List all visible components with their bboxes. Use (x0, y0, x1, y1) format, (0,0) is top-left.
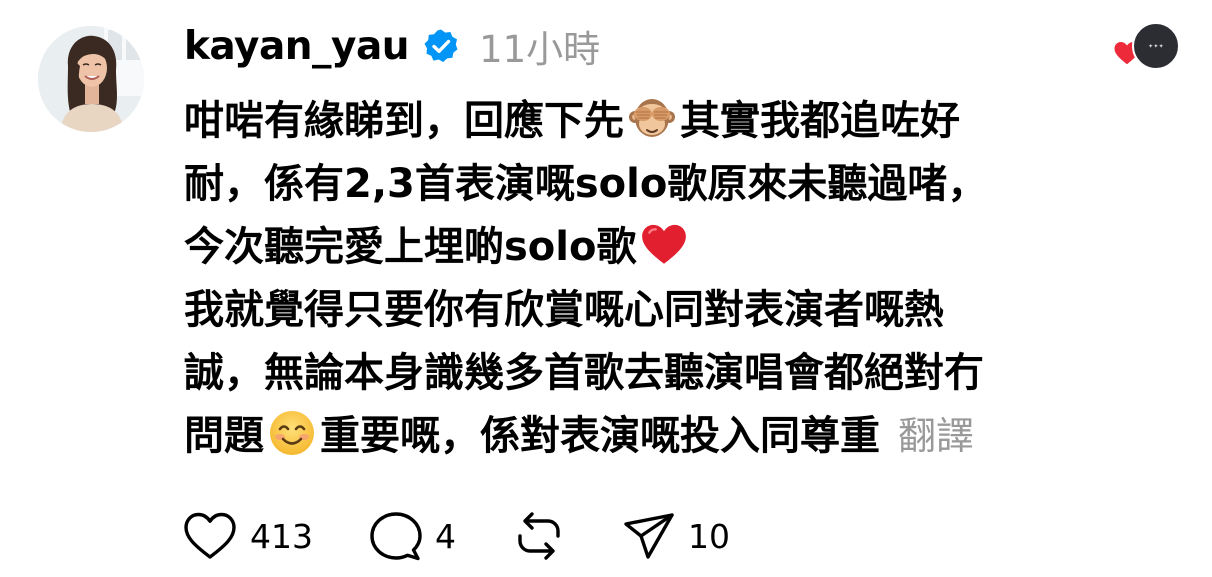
post-line: 誠，無論本身識幾多首歌去聽演唱會都絕對冇 (184, 342, 1084, 405)
post-text-segment: 誠，無論本身識幾多首歌去聽演唱會都絕對冇 (184, 350, 984, 396)
translate-link[interactable]: 翻譯 (898, 414, 974, 458)
smiling-face-emoji (267, 408, 317, 458)
post-header: kayan_yau 11小時 (184, 16, 600, 76)
brand-avatar: ✦✦✦ (1132, 22, 1180, 70)
post-text-segment: 重要嘅，係對表演嘅投入同尊重 (320, 413, 880, 459)
author-avatar[interactable] (38, 26, 144, 132)
share-button[interactable]: 10 (622, 510, 730, 562)
like-button[interactable]: 413 (182, 510, 313, 562)
post-text-segment: 問題 (184, 413, 264, 459)
post-text-segment: 今次聽完愛上埋啲solo歌 (184, 224, 637, 270)
repost-button[interactable] (512, 509, 566, 563)
repost-icon (518, 512, 560, 560)
like-count: 413 (250, 516, 313, 556)
post-timestamp: 11小時 (479, 28, 601, 71)
see-no-evil-monkey-emoji (627, 93, 677, 143)
brand-logo-mark: ✦✦✦ (1148, 42, 1164, 50)
post-text: 咁啱有緣睇到，回應下先 其實我都追咗好 耐，係有2,3首表演嘅solo歌原來未聽… (184, 90, 1084, 468)
comment-bubble-icon (370, 512, 422, 561)
post-text-segment: 我就覺得只要你有欣賞嘅心同對表演者嘅熱 (184, 287, 944, 333)
post-actions: 413 4 10 (182, 508, 786, 564)
comment-button[interactable]: 4 (369, 509, 456, 563)
liked-by-avatars[interactable]: ✦✦✦ (1110, 22, 1180, 74)
comment-count: 4 (435, 516, 456, 556)
post-line: 耐，係有2,3首表演嘅solo歌原來未聽過啫， (184, 153, 1084, 216)
username[interactable]: kayan_yau (184, 24, 410, 69)
heart-outline-icon (184, 512, 236, 559)
post-text-segment: 其實我都追咗好 (680, 98, 960, 144)
send-icon (624, 513, 674, 559)
verified-badge-icon (423, 28, 459, 64)
post-line: 咁啱有緣睇到，回應下先 其實我都追咗好 (184, 90, 1084, 153)
post-line: 今次聽完愛上埋啲solo歌 (184, 216, 1084, 279)
post-line: 我就覺得只要你有欣賞嘅心同對表演者嘅熱 (184, 279, 1084, 342)
post-text-segment: 耐，係有2,3首表演嘅solo歌原來未聽過啫， (184, 161, 988, 207)
post-text-segment: 咁啱有緣睇到，回應下先 (184, 98, 624, 144)
post-line: 問題 重要嘅，係對表演嘅投入同尊重 翻譯 (184, 405, 1084, 468)
share-count: 10 (688, 516, 730, 556)
red-heart-emoji (639, 219, 689, 269)
